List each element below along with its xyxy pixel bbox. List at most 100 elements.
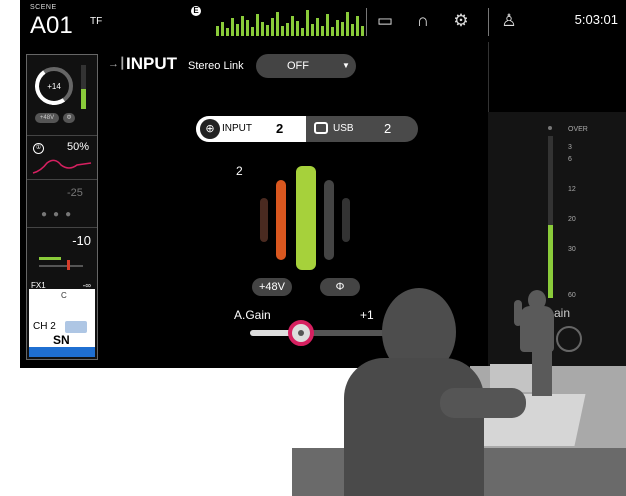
input-title: INPUT — [126, 54, 177, 73]
channel-name: CH 2 — [33, 321, 56, 332]
top-meter-bar — [326, 14, 329, 36]
stereo-link-label: Stereo Link — [188, 60, 244, 72]
top-meter-bar — [261, 22, 264, 36]
meter-scale-label: OVER — [568, 126, 588, 133]
eq-percent: 50% — [67, 141, 90, 153]
channel-image-icon — [65, 321, 87, 333]
top-meter-bar — [336, 20, 339, 36]
scene-suffix: TF — [90, 16, 103, 27]
send-fader-marker — [67, 260, 70, 270]
dynamics-dots: ●●● — [41, 209, 78, 220]
over-indicator — [548, 126, 552, 130]
meter-scale-label: 20 — [568, 216, 576, 223]
meter-scale-label: 60 — [568, 292, 576, 299]
top-meter-bar — [286, 23, 289, 36]
top-meter-bar — [296, 21, 299, 36]
usb-icon — [314, 122, 328, 134]
top-meter-bar — [321, 26, 324, 36]
again-value: +1 — [360, 308, 374, 322]
top-meter-bar — [266, 25, 269, 36]
top-meter-bar — [241, 16, 244, 36]
again-slider-thumb[interactable] — [288, 320, 314, 346]
again-label: A.Gain — [234, 308, 271, 322]
meter-panel — [488, 112, 626, 368]
divider — [488, 8, 489, 36]
meter-scale-label: 3 — [568, 144, 572, 151]
scene-number[interactable]: A01 — [30, 12, 73, 40]
gain-bar-1 — [260, 198, 268, 242]
top-meter-bar — [361, 26, 364, 36]
channel-sub: SN — [53, 333, 70, 347]
top-meter-bar — [306, 10, 309, 36]
dynamics-value: -25 — [67, 187, 83, 199]
top-meter-bar — [216, 26, 219, 36]
divider — [27, 179, 97, 180]
top-meter-bar — [226, 28, 229, 36]
phantom-chip[interactable]: +48V — [35, 113, 59, 123]
top-meter-bar — [331, 27, 334, 36]
top-meter-bar — [281, 26, 284, 36]
gain-knob-ring[interactable] — [556, 326, 582, 352]
person-silhouette-arm — [440, 388, 526, 418]
channel-strip[interactable]: +14 +48V Φ ① 50% -25 ●●● -10 FX1 -∞ C CH… — [26, 54, 98, 360]
source-usb-label[interactable]: USB — [333, 123, 354, 134]
top-meter-bar — [301, 28, 304, 36]
top-meter-bar — [316, 18, 319, 36]
phase-button[interactable]: Φ — [320, 278, 360, 296]
divider — [27, 135, 97, 136]
top-meter-bar — [311, 24, 314, 36]
scene-caption: SCENE — [30, 4, 57, 11]
mixer-icon[interactable]: ▭ — [374, 10, 396, 32]
top-level-meters[interactable] — [216, 8, 366, 36]
divider — [366, 8, 367, 36]
stereo-link-dropdown[interactable]: OFF — [256, 54, 356, 78]
pan-label: C — [61, 291, 67, 300]
gain-label: ain — [554, 306, 571, 320]
gain-knob-value: +14 — [47, 82, 61, 91]
source-input-label: INPUT — [222, 123, 252, 134]
distant-person-legs — [532, 350, 552, 396]
source-input-number: 2 — [276, 121, 284, 136]
top-bar: SCENE A01 TF E ▭ ∩ ⚙ ♙ 5:03:01 — [20, 0, 626, 42]
top-meter-bar — [356, 16, 359, 36]
chevron-down-icon: ▼ — [342, 61, 350, 70]
top-meter-bar — [271, 18, 274, 36]
input-level-meter-fill — [548, 225, 553, 298]
person-silhouette-body — [344, 358, 484, 496]
user-icon[interactable]: ♙ — [498, 10, 520, 32]
xlr-input-icon: ⊕ — [200, 119, 220, 139]
send-fader-green[interactable] — [39, 257, 61, 260]
top-meter-bar — [251, 27, 254, 36]
distant-person-arm — [514, 300, 522, 326]
send-value: -10 — [72, 233, 91, 248]
eq-curve[interactable] — [31, 155, 93, 177]
gain-bar-5 — [342, 198, 350, 242]
gain-visual-label: 2 — [236, 164, 243, 178]
phantom-power-button[interactable]: +48V — [252, 278, 292, 296]
source-usb-number: 2 — [384, 121, 392, 136]
top-meter-bar — [351, 24, 354, 36]
input-arrow-icon: →┃ — [108, 58, 126, 70]
divider — [27, 227, 97, 228]
channel-meter-fill — [81, 89, 86, 109]
meter-scale-label: 30 — [568, 246, 576, 253]
top-meter-bar — [221, 22, 224, 36]
phase-chip[interactable]: Φ — [63, 113, 75, 123]
gain-bar-3 — [296, 166, 316, 270]
gain-bar-2 — [276, 180, 286, 260]
top-meter-bar — [236, 24, 239, 36]
send-fader-line — [39, 265, 83, 267]
headphones-icon[interactable]: ∩ — [412, 10, 434, 32]
gear-icon[interactable]: ⚙ — [450, 10, 472, 32]
gain-bar-4 — [324, 180, 334, 260]
meter-scale-label: 12 — [568, 186, 576, 193]
channel-color-bar — [29, 347, 95, 357]
top-meter-bar — [256, 14, 259, 36]
eq-on-icon[interactable]: ① — [33, 143, 44, 154]
top-meter-bar — [231, 18, 234, 36]
top-meter-bar — [341, 22, 344, 36]
meter-badge-icon: E — [191, 6, 201, 16]
top-meter-bar — [346, 12, 349, 36]
top-meter-bar — [291, 16, 294, 36]
meter-scale-label: 6 — [568, 156, 572, 163]
